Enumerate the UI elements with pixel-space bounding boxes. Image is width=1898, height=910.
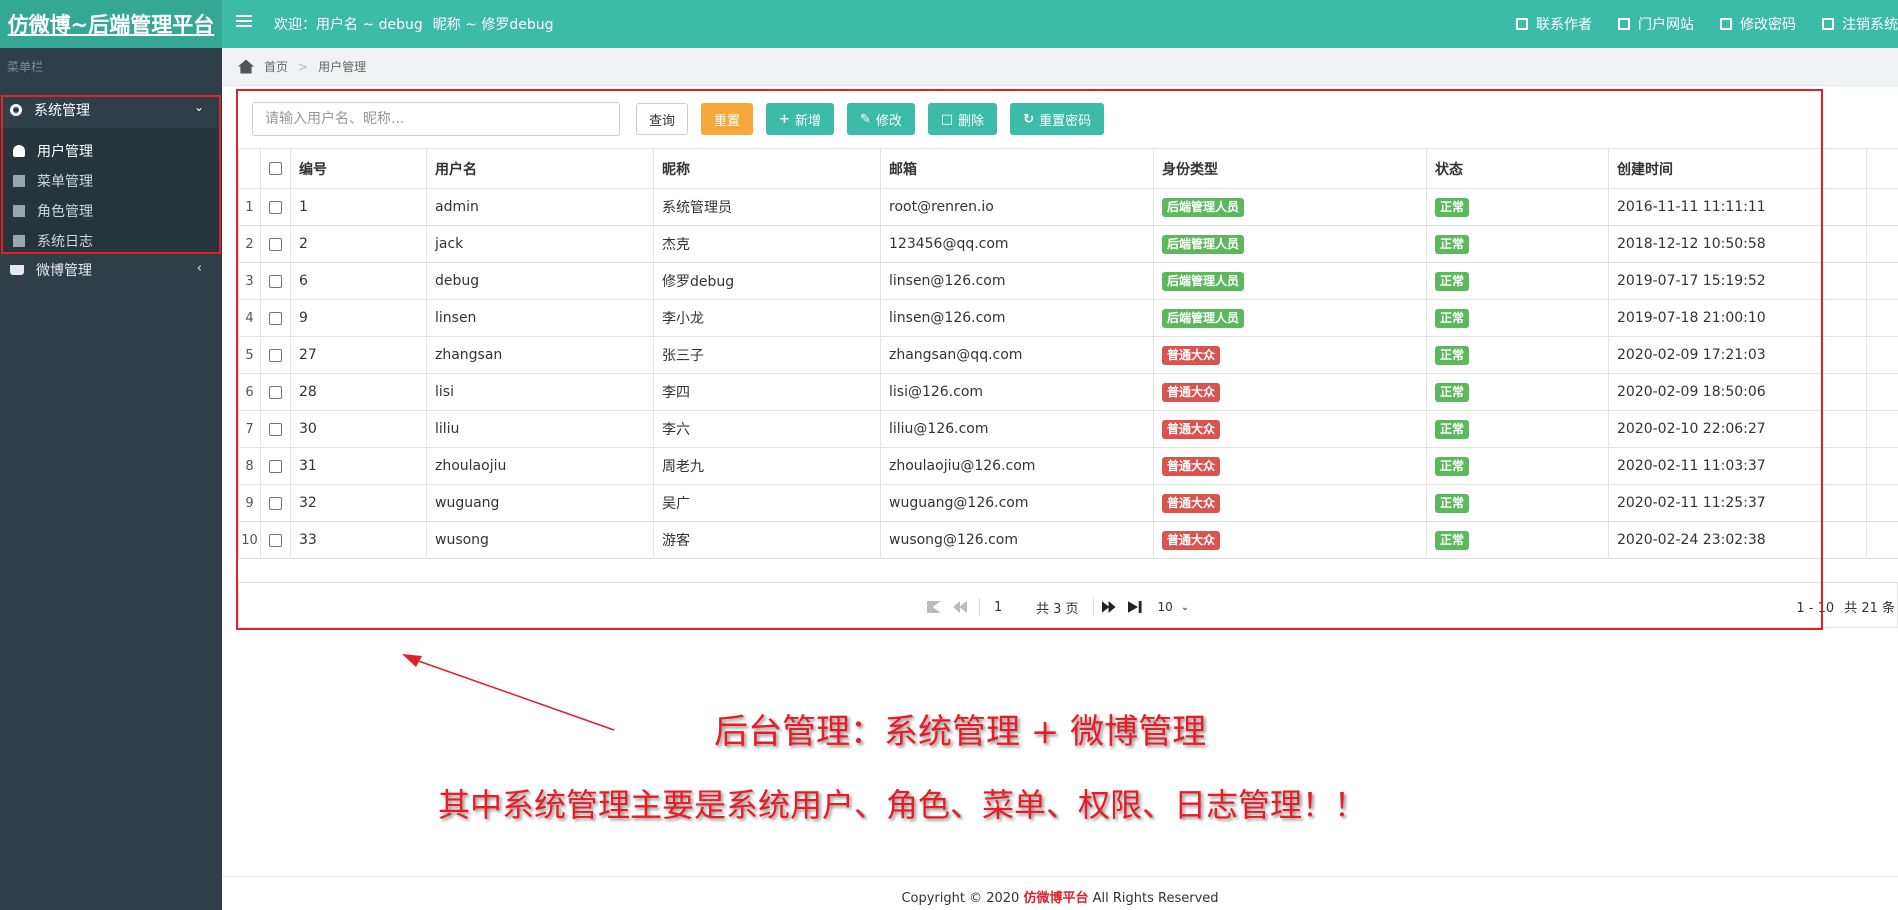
cell-extra: [1866, 447, 1898, 485]
sidebar-caption: 菜单栏: [7, 60, 44, 74]
top-nav: 联系作者 门户网站 修改密码 注销系统: [1516, 14, 1898, 34]
sign-out-icon: [1618, 18, 1630, 30]
cell-extra: [1866, 188, 1898, 226]
welcome-username: 用户名 ~ debug: [316, 17, 423, 33]
contact-author-label: 联系作者: [1536, 17, 1592, 33]
contact-author-link[interactable]: 联系作者: [1516, 14, 1592, 34]
menu-toggle-icon[interactable]: [236, 12, 252, 30]
sidebar-group-weibo[interactable]: 微博管理 ‹: [0, 254, 222, 286]
annotation-arrow: [402, 654, 615, 731]
home-icon[interactable]: [238, 59, 254, 74]
cell-extra: [1866, 336, 1898, 374]
coffee-icon: [10, 265, 24, 275]
cell-extra: [1866, 373, 1898, 411]
change-password-label: 修改密码: [1740, 17, 1796, 33]
cell-extra: [1866, 225, 1898, 263]
footer: Copyright © 2020 仿微博平台 All Rights Reserv…: [222, 876, 1898, 910]
top-header: 仿微博~后端管理平台 欢迎：用户名 ~ debug 昵称 ~ 修罗debug 联系…: [0, 0, 1898, 48]
welcome-text: 欢迎：用户名 ~ debug 昵称 ~ 修罗debug: [274, 14, 564, 34]
annotation-line-1: 后台管理：系统管理 + 微博管理: [714, 712, 1207, 752]
brand-logo[interactable]: 仿微博~后端管理平台: [0, 0, 222, 48]
welcome-prefix: 欢迎：: [274, 17, 316, 33]
cell-extra: [1866, 521, 1898, 559]
change-password-link[interactable]: 修改密码: [1720, 14, 1796, 34]
total-records: 共 21 条: [1844, 601, 1895, 616]
unlock-icon: [1720, 18, 1732, 30]
footer-brand[interactable]: 仿微博平台: [1023, 891, 1088, 906]
annotation-line-2: 其中系统管理主要是系统用户、角色、菜单、权限、日志管理！！: [438, 786, 1367, 824]
sign-out-icon: [1822, 18, 1834, 30]
footer-rights: All Rights Reserved: [1092, 891, 1219, 906]
logout-label: 注销系统: [1842, 17, 1898, 33]
breadcrumb-home[interactable]: 首页: [264, 58, 288, 75]
highlight-box-sidebar: [1, 95, 221, 254]
cell-extra: [1866, 484, 1898, 522]
cell-extra: [1866, 262, 1898, 300]
logout-link[interactable]: 注销系统: [1822, 14, 1898, 34]
external-link-icon: [1516, 18, 1528, 30]
welcome-nickname: 昵称 ~ 修罗debug: [432, 17, 554, 33]
cell-extra: [1866, 299, 1898, 337]
cell-extra: [1866, 410, 1898, 448]
highlight-box-table: [236, 89, 1823, 630]
breadcrumb-separator: >: [298, 59, 309, 74]
col-header-extra: [1866, 148, 1898, 189]
portal-site-label: 门户网站: [1638, 17, 1694, 33]
sidebar-group-weibo-label: 微博管理: [36, 263, 92, 279]
chevron-left-icon: ‹: [196, 261, 202, 276]
footer-copyright: Copyright © 2020: [901, 891, 1020, 906]
brand-title[interactable]: 仿微博~后端管理平台: [8, 9, 215, 39]
breadcrumb-current: 用户管理: [318, 60, 367, 74]
portal-site-link[interactable]: 门户网站: [1618, 14, 1694, 34]
breadcrumb: 首页 > 用户管理: [222, 48, 1898, 86]
